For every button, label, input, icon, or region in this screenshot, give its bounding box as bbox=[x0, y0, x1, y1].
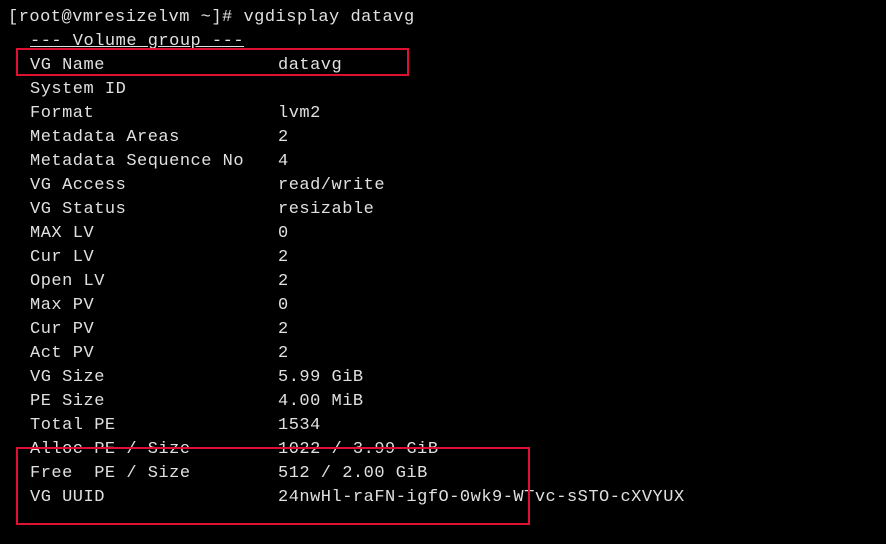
output-row: Metadata Sequence No4 bbox=[30, 150, 878, 174]
field-value: 2 bbox=[278, 342, 289, 366]
prompt-line: [root@vmresizelvm ~]# vgdisplay datavg bbox=[8, 6, 878, 30]
field-value: 4.00 MiB bbox=[278, 390, 364, 414]
field-value: 2 bbox=[278, 246, 289, 270]
field-label: Free PE / Size bbox=[30, 462, 278, 486]
prompt-userhost: [root@vmresizelvm ~]# bbox=[8, 6, 243, 30]
vg-section-header: --- Volume group --- bbox=[30, 30, 878, 54]
field-label: Cur PV bbox=[30, 318, 278, 342]
field-label: PE Size bbox=[30, 390, 278, 414]
field-value: 2 bbox=[278, 318, 289, 342]
field-value: 5.99 GiB bbox=[278, 366, 364, 390]
field-value: 2 bbox=[278, 270, 289, 294]
output-row: Cur PV2 bbox=[30, 318, 878, 342]
field-value: 2 bbox=[278, 126, 289, 150]
output-row: System ID bbox=[30, 78, 878, 102]
output-row: Open LV2 bbox=[30, 270, 878, 294]
field-label: Metadata Sequence No bbox=[30, 150, 278, 174]
output-row: Total PE1534 bbox=[30, 414, 878, 438]
field-value: 512 / 2.00 GiB bbox=[278, 462, 428, 486]
output-row: MAX LV0 bbox=[30, 222, 878, 246]
field-value: lvm2 bbox=[278, 102, 321, 126]
field-label: VG Name bbox=[30, 54, 278, 78]
field-label: VG Access bbox=[30, 174, 278, 198]
output-row: VG Size5.99 GiB bbox=[30, 366, 878, 390]
field-value: 24nwHl-raFN-igfO-0wk9-WTvc-sSTO-cXVYUX bbox=[278, 486, 685, 510]
output-row: Free PE / Size512 / 2.00 GiB bbox=[30, 462, 878, 486]
field-value: read/write bbox=[278, 174, 385, 198]
field-label: VG Status bbox=[30, 198, 278, 222]
field-value: resizable bbox=[278, 198, 374, 222]
field-label: VG Size bbox=[30, 366, 278, 390]
prompt-command: vgdisplay datavg bbox=[243, 6, 414, 30]
output-row: Cur LV2 bbox=[30, 246, 878, 270]
output-row: VG Accessread/write bbox=[30, 174, 878, 198]
output-row: VG Statusresizable bbox=[30, 198, 878, 222]
output-row: VG UUID24nwHl-raFN-igfO-0wk9-WTvc-sSTO-c… bbox=[30, 486, 878, 510]
field-label: Max PV bbox=[30, 294, 278, 318]
field-value: 0 bbox=[278, 294, 289, 318]
field-label: Format bbox=[30, 102, 278, 126]
output-row: Formatlvm2 bbox=[30, 102, 878, 126]
field-value: 1534 bbox=[278, 414, 321, 438]
field-label: VG UUID bbox=[30, 486, 278, 510]
output-row: VG Namedatavg bbox=[30, 54, 878, 78]
output-row: Act PV2 bbox=[30, 342, 878, 366]
field-value: 0 bbox=[278, 222, 289, 246]
field-label: System ID bbox=[30, 78, 278, 102]
field-label: Metadata Areas bbox=[30, 126, 278, 150]
field-value: 4 bbox=[278, 150, 289, 174]
output-row: Max PV0 bbox=[30, 294, 878, 318]
field-label: MAX LV bbox=[30, 222, 278, 246]
output-row: PE Size4.00 MiB bbox=[30, 390, 878, 414]
field-label: Open LV bbox=[30, 270, 278, 294]
field-label: Cur LV bbox=[30, 246, 278, 270]
output-row: Metadata Areas2 bbox=[30, 126, 878, 150]
field-value: 1022 / 3.99 GiB bbox=[278, 438, 439, 462]
vgdisplay-output-rows: VG NamedatavgSystem IDFormatlvm2Metadata… bbox=[8, 54, 878, 510]
field-label: Alloc PE / Size bbox=[30, 438, 278, 462]
output-row: Alloc PE / Size1022 / 3.99 GiB bbox=[30, 438, 878, 462]
field-label: Act PV bbox=[30, 342, 278, 366]
field-label: Total PE bbox=[30, 414, 278, 438]
field-value: datavg bbox=[278, 54, 342, 78]
